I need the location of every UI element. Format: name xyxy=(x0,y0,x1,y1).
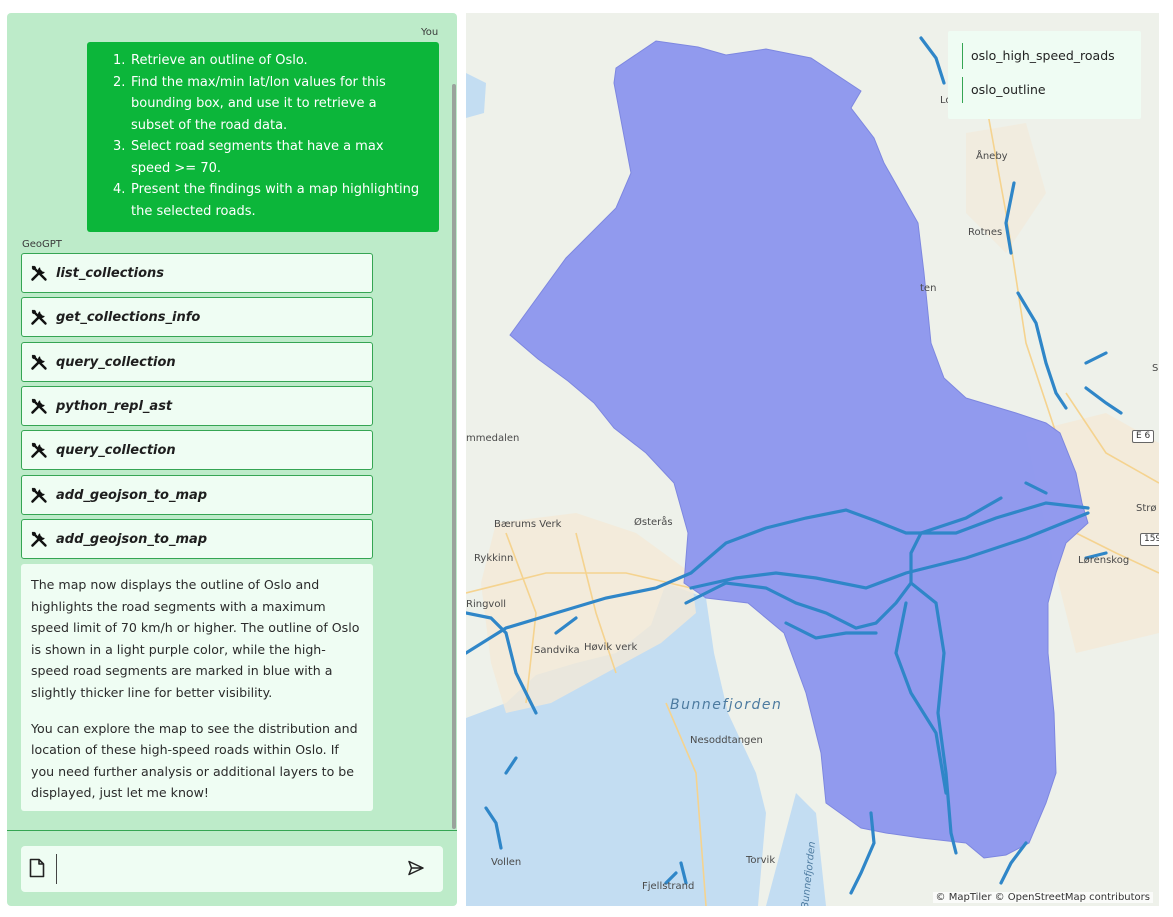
tool-call-label: query_collection xyxy=(56,354,176,370)
task-step-number: 3. xyxy=(113,139,126,154)
tool-call-add-geojson-to-map[interactable]: add_geojson_to_map xyxy=(21,519,373,559)
tool-call-label: list_collections xyxy=(56,265,165,281)
tool-call-label: query_collection xyxy=(56,442,176,458)
task-step-text: Select road segments that have a max spe… xyxy=(131,139,384,176)
app-window: You 1. Retrieve an outline of Oslo. 2. Find… xyxy=(0,0,1173,917)
tools-icon xyxy=(31,487,47,503)
place-label-aneby: Åneby xyxy=(976,151,1008,162)
assistant-label: GeoGPT xyxy=(22,239,62,250)
chat-input[interactable] xyxy=(61,854,401,884)
task-step: 4. Present the findings with a map highli… xyxy=(113,179,423,222)
tools-icon xyxy=(31,309,47,325)
place-label-vollen: Vollen xyxy=(491,857,522,868)
user-label: You xyxy=(421,27,439,38)
task-step-text: Present the findings with a map highligh… xyxy=(131,182,420,219)
map-view[interactable]: Lo Åneby Rotnes ten mmedalen Bærums Verk… xyxy=(466,13,1159,906)
tools-icon xyxy=(31,354,47,370)
tool-call-query-collection[interactable]: query_collection xyxy=(21,342,373,382)
place-label-stro: Strø xyxy=(1136,503,1157,514)
send-icon[interactable] xyxy=(407,859,427,879)
user-message: 1. Retrieve an outline of Oslo. 2. Find the… xyxy=(87,42,439,232)
task-step-number: 4. xyxy=(113,182,126,197)
road-shield-e6: E 6 xyxy=(1132,430,1155,443)
assistant-paragraph-2: You can explore the map to see the distr… xyxy=(31,720,358,801)
tool-call-python-repl-ast[interactable]: python_repl_ast xyxy=(21,386,373,426)
file-icon[interactable] xyxy=(29,858,49,880)
place-label-mmedalen: mmedalen xyxy=(466,433,520,444)
place-label-hovik-verk: Høvik verk xyxy=(584,642,638,653)
task-step: 1. Retrieve an outline of Oslo. xyxy=(113,50,423,72)
tool-call-get-collections-info[interactable]: get_collections_info xyxy=(21,297,373,337)
place-label-ringvoll: Ringvoll xyxy=(466,599,507,610)
task-steps-list: 1. Retrieve an outline of Oslo. 2. Find the… xyxy=(113,50,423,222)
tools-icon xyxy=(31,442,47,458)
tool-call-list-collections[interactable]: list_collections xyxy=(21,253,373,293)
tools-icon xyxy=(31,398,47,414)
road-shield-159: 159 xyxy=(1140,533,1159,546)
place-label-baerums-verk: Bærums Verk xyxy=(494,519,562,530)
chat-input-bar xyxy=(21,846,443,892)
tool-call-label: python_repl_ast xyxy=(56,398,173,414)
place-label-s: S xyxy=(1152,363,1159,374)
tools-icon xyxy=(31,531,47,547)
task-step-number: 2. xyxy=(113,74,126,90)
tool-call-add-geojson-to-map[interactable]: add_geojson_to_map xyxy=(21,475,373,515)
tool-call-label: get_collections_info xyxy=(56,309,201,325)
place-label-rykkinn: Rykkinn xyxy=(474,553,514,564)
assistant-message: The map now displays the outline of Oslo… xyxy=(21,564,373,811)
input-divider xyxy=(7,830,457,831)
task-step-text: Retrieve an outline of Oslo. xyxy=(131,53,308,68)
layer-item-oslo-high-speed-roads[interactable]: oslo_high_speed_roads xyxy=(962,43,1141,69)
map-canvas xyxy=(466,36,1159,906)
map-attribution[interactable]: © MapTiler © OpenStreetMap contributors xyxy=(932,892,1153,903)
place-label-sandvika: Sandvika xyxy=(534,645,580,656)
place-label-rotnes: Rotnes xyxy=(968,227,1003,238)
task-step: 2. Find the max/min lat/lon values for th… xyxy=(113,72,423,137)
task-step-text: Find the max/min lat/lon values for this… xyxy=(131,74,386,133)
assistant-paragraph-1: The map now displays the outline of Oslo… xyxy=(31,577,360,700)
layer-item-oslo-outline[interactable]: oslo_outline xyxy=(962,77,1141,103)
chat-scrollbar[interactable] xyxy=(452,84,456,829)
water-label-bunnefjorden: Bunnefjorden xyxy=(670,697,783,713)
layer-list: oslo_high_speed_roads oslo_outline xyxy=(948,31,1141,119)
place-label-osteras: Østerås xyxy=(634,517,673,528)
place-label-torvik: Torvik xyxy=(746,855,776,866)
task-step-number: 1. xyxy=(113,53,126,68)
tool-call-label: add_geojson_to_map xyxy=(56,487,208,503)
tools-icon xyxy=(31,265,47,281)
chat-panel: You 1. Retrieve an outline of Oslo. 2. Find… xyxy=(7,13,457,906)
place-label-ten: ten xyxy=(920,283,937,294)
task-step: 3. Select road segments that have a max s… xyxy=(113,136,423,179)
place-label-lorenskog: Lørenskog xyxy=(1078,555,1130,566)
tool-call-label: add_geojson_to_map xyxy=(56,531,208,547)
text-cursor xyxy=(56,854,57,884)
place-label-nesoddtangen: Nesoddtangen xyxy=(690,735,763,746)
place-label-fjellstrand: Fjellstrand xyxy=(642,881,695,892)
tool-call-query-collection[interactable]: query_collection xyxy=(21,430,373,470)
